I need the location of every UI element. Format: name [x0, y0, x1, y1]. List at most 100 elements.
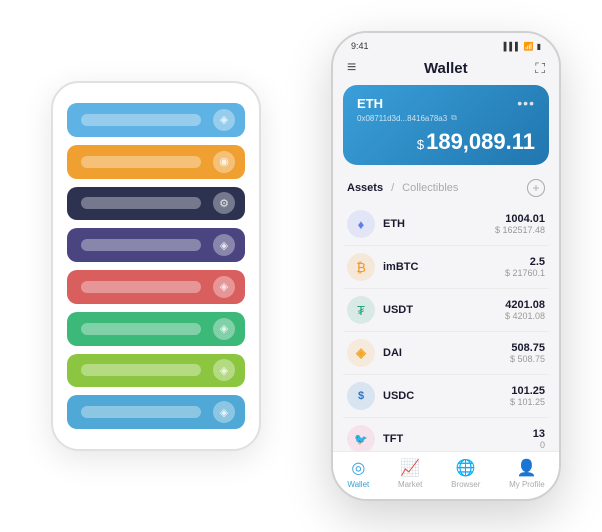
- table-row[interactable]: ₮ USDT 4201.08 $ 4201.08: [343, 289, 549, 332]
- asset-amounts: 2.5 $ 21760.1: [505, 256, 545, 278]
- card-icon: ◈: [213, 276, 235, 298]
- list-item[interactable]: ◈: [67, 103, 245, 137]
- asset-amounts: 101.25 $ 101.25: [510, 385, 545, 407]
- tft-icon: 🐦: [347, 425, 375, 451]
- nav-item-profile[interactable]: 👤 My Profile: [509, 458, 545, 489]
- card-row-inner: [81, 281, 201, 293]
- card-icon: ⚙: [213, 192, 235, 214]
- profile-nav-icon: 👤: [517, 458, 537, 478]
- table-row[interactable]: 🐦 TFT 13 0: [343, 418, 549, 451]
- asset-usd: $ 101.25: [510, 397, 545, 407]
- list-item[interactable]: ◉: [67, 145, 245, 179]
- asset-amount: 13: [533, 428, 545, 440]
- eth-card[interactable]: ETH ••• 0x08711d3d...8416a78a3 ⧉ $189,08…: [343, 85, 549, 165]
- card-icon: ◈: [213, 359, 235, 381]
- table-row[interactable]: ♦ ETH 1004.01 $ 162517.48: [343, 203, 549, 246]
- signal-icon: ▌▌▌: [504, 42, 521, 51]
- tab-assets[interactable]: Assets: [347, 182, 383, 194]
- card-icon: ◈: [213, 234, 235, 256]
- usdt-icon: ₮: [347, 296, 375, 324]
- eth-icon: ♦: [347, 210, 375, 238]
- balance-prefix: $: [417, 137, 424, 152]
- asset-usd: $ 4201.08: [505, 311, 545, 321]
- add-asset-button[interactable]: +: [527, 179, 545, 197]
- eth-card-more-button[interactable]: •••: [517, 95, 535, 111]
- card-row-inner: [81, 197, 201, 209]
- bottom-nav: ◎ Wallet 📈 Market 🌐 Browser 👤 My Profile: [333, 451, 559, 499]
- card-icon: ◈: [213, 318, 235, 340]
- card-row-inner: [81, 239, 201, 251]
- asset-amount: 1004.01: [495, 213, 545, 225]
- browser-nav-icon: 🌐: [456, 458, 476, 478]
- asset-amount: 508.75: [510, 342, 545, 354]
- page-title: Wallet: [424, 60, 468, 77]
- wallet-nav-label: Wallet: [347, 480, 369, 489]
- asset-list: ♦ ETH 1004.01 $ 162517.48 ₿ imBTC 2.5 $ …: [333, 203, 559, 451]
- asset-name: imBTC: [383, 261, 505, 273]
- asset-name: USDC: [383, 390, 510, 402]
- asset-amount: 101.25: [510, 385, 545, 397]
- nav-item-wallet[interactable]: ◎ Wallet: [347, 458, 369, 489]
- phone-header: ≡ Wallet ⛶: [333, 55, 559, 85]
- nav-item-market[interactable]: 📈 Market: [398, 458, 422, 489]
- status-bar: 9:41 ▌▌▌ 📶 ▮: [333, 33, 559, 55]
- asset-amounts: 508.75 $ 508.75: [510, 342, 545, 364]
- list-item[interactable]: ⚙: [67, 187, 245, 221]
- asset-name: TFT: [383, 433, 533, 445]
- profile-nav-label: My Profile: [509, 480, 545, 489]
- card-row-inner: [81, 406, 201, 418]
- usdc-icon: $: [347, 382, 375, 410]
- status-icons: ▌▌▌ 📶 ▮: [504, 42, 541, 51]
- expand-icon[interactable]: ⛶: [535, 60, 545, 77]
- eth-card-title: ETH: [357, 96, 383, 111]
- wifi-icon: 📶: [524, 42, 534, 51]
- card-row-inner: [81, 156, 201, 168]
- card-row-inner: [81, 323, 201, 335]
- asset-usd: 0: [533, 440, 545, 450]
- assets-header: Assets / Collectibles +: [333, 173, 559, 203]
- status-time: 9:41: [351, 41, 369, 51]
- table-row[interactable]: ◈ DAI 508.75 $ 508.75: [343, 332, 549, 375]
- list-item[interactable]: ◈: [67, 228, 245, 262]
- list-item[interactable]: ◈: [67, 270, 245, 304]
- wallet-nav-icon: ◎: [351, 458, 365, 478]
- asset-amounts: 4201.08 $ 4201.08: [505, 299, 545, 321]
- tab-collectibles[interactable]: Collectibles: [402, 182, 458, 194]
- asset-usd: $ 162517.48: [495, 225, 545, 235]
- card-row-inner: [81, 364, 201, 376]
- phone-front: 9:41 ▌▌▌ 📶 ▮ ≡ Wallet ⛶ ETH ••• 0x08711: [331, 31, 561, 501]
- assets-tabs: Assets / Collectibles: [347, 182, 458, 194]
- asset-name: DAI: [383, 347, 510, 359]
- table-row[interactable]: $ USDC 101.25 $ 101.25: [343, 375, 549, 418]
- asset-usd: $ 21760.1: [505, 268, 545, 278]
- battery-icon: ▮: [537, 42, 541, 51]
- phone-back: ◈ ◉ ⚙ ◈ ◈ ◈ ◈ ◈: [51, 81, 261, 451]
- browser-nav-label: Browser: [451, 480, 480, 489]
- balance-amount: 189,089.11: [426, 129, 535, 154]
- card-icon: ◉: [213, 151, 235, 173]
- imbtc-icon: ₿: [347, 253, 375, 281]
- eth-card-balance: $189,089.11: [357, 129, 535, 155]
- asset-usd: $ 508.75: [510, 354, 545, 364]
- dai-icon: ◈: [347, 339, 375, 367]
- menu-icon[interactable]: ≡: [347, 59, 356, 77]
- nav-item-browser[interactable]: 🌐 Browser: [451, 458, 480, 489]
- market-nav-icon: 📈: [400, 458, 420, 478]
- asset-amount: 4201.08: [505, 299, 545, 311]
- tab-slash: /: [391, 182, 394, 194]
- card-row-inner: [81, 114, 201, 126]
- card-icon: ◈: [213, 401, 235, 423]
- asset-amount: 2.5: [505, 256, 545, 268]
- scene: ◈ ◉ ⚙ ◈ ◈ ◈ ◈ ◈: [11, 11, 591, 521]
- list-item[interactable]: ◈: [67, 312, 245, 346]
- copy-address-button[interactable]: ⧉: [451, 113, 457, 123]
- asset-amounts: 1004.01 $ 162517.48: [495, 213, 545, 235]
- eth-address-text: 0x08711d3d...8416a78a3: [357, 114, 447, 123]
- asset-amounts: 13 0: [533, 428, 545, 450]
- list-item[interactable]: ◈: [67, 354, 245, 388]
- asset-name: ETH: [383, 218, 495, 230]
- table-row[interactable]: ₿ imBTC 2.5 $ 21760.1: [343, 246, 549, 289]
- list-item[interactable]: ◈: [67, 395, 245, 429]
- phone-content: ETH ••• 0x08711d3d...8416a78a3 ⧉ $189,08…: [333, 85, 559, 451]
- card-icon: ◈: [213, 109, 235, 131]
